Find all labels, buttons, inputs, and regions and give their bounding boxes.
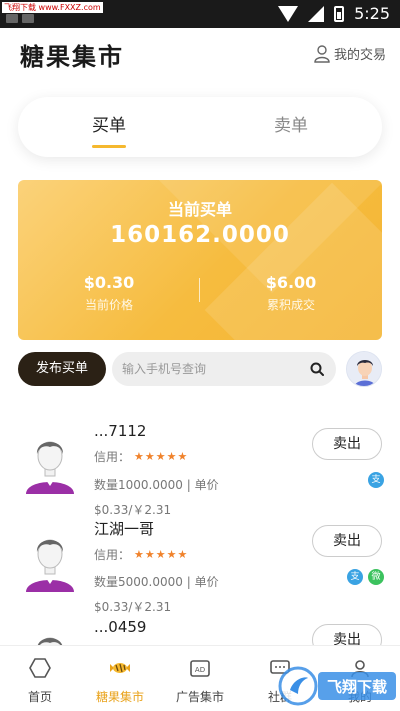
seller-avatar-icon [37, 637, 63, 645]
phone-search-box [112, 352, 336, 386]
page-title: 糖果集市 [20, 43, 124, 71]
watermark-logo: 飞翔下载 [278, 666, 396, 706]
tab-buy-orders[interactable]: 买单 [18, 97, 200, 157]
total-volume-value: $6.00 [265, 273, 317, 292]
home-icon [29, 658, 51, 678]
credit-stars: ★★★★★ [134, 548, 189, 561]
user-avatar[interactable] [346, 351, 382, 387]
nav-ad-market[interactable]: AD 广告集市 [160, 646, 240, 711]
total-volume-stat: $6.00 累积成交 [200, 273, 382, 313]
phone-search-input[interactable] [122, 352, 302, 386]
sell-button[interactable]: 卖出 [312, 525, 382, 557]
tab-sell-orders[interactable]: 卖单 [200, 97, 382, 157]
seller-name: ...7112 [94, 422, 147, 440]
candy-icon [110, 663, 130, 673]
publish-buy-order-button[interactable]: 发布买单 [18, 352, 106, 386]
seller-avatar-icon [26, 539, 74, 592]
order-tabs: 买单 卖单 [18, 97, 382, 157]
nav-candy-market-label: 糖果集市 [95, 690, 144, 704]
payment-methods: 支 微 [347, 569, 384, 585]
nav-ad-market-label: 广告集市 [175, 690, 224, 704]
payment-methods: 支 [368, 472, 384, 488]
wechat-pay-icon: 微 [368, 569, 384, 585]
credit-label: 信用： [94, 450, 131, 464]
quantity-text: 数量5000.0000 | 单价 [94, 575, 219, 589]
my-trade-label: 我的交易 [333, 48, 386, 63]
list-item: ...7112 信用： ★★★★★ 数量1000.0000 | 单价 $0.33… [0, 410, 400, 520]
seller-avatar-icon [26, 441, 74, 494]
credit-label: 信用： [94, 548, 131, 562]
sell-button[interactable]: 卖出 [312, 624, 382, 645]
notification-icons [6, 14, 34, 23]
current-price-value: $0.30 [83, 273, 135, 292]
list-item: ...0459 卖出 [0, 606, 400, 645]
svg-text:AD: AD [195, 666, 205, 674]
current-price-label: 当前价格 [84, 298, 133, 312]
status-bar: 飞翔下载 www.FXXZ.com 5:25 [0, 0, 400, 28]
search-icon[interactable] [310, 362, 324, 376]
clock: 5:25 [354, 4, 390, 23]
user-icon [314, 44, 330, 63]
svg-text:飞翔下载: 飞翔下载 [327, 678, 387, 696]
credit-row: 信用： ★★★★★ [94, 546, 188, 563]
seller-name: ...0459 [94, 618, 147, 636]
my-trade-link[interactable]: 我的交易 [314, 44, 386, 63]
total-volume-label: 累积成交 [266, 298, 315, 312]
credit-row: 信用： ★★★★★ [94, 448, 188, 465]
sell-button[interactable]: 卖出 [312, 428, 382, 460]
nav-home[interactable]: 首页 [0, 646, 80, 711]
ad-icon: AD [190, 660, 210, 677]
quantity-text: 数量1000.0000 | 单价 [94, 478, 219, 492]
status-indicators: 5:25 [278, 4, 390, 23]
signal-icon [308, 5, 325, 22]
wifi-icon [278, 5, 299, 22]
nav-candy-market[interactable]: 糖果集市 [80, 646, 160, 711]
watermark-text: 飞翔下载 www.FXXZ.com [2, 2, 103, 13]
seller-name: 江湖一哥 [94, 520, 155, 538]
alipay-icon: 支 [347, 569, 363, 585]
nav-home-label: 首页 [27, 690, 52, 704]
credit-stars: ★★★★★ [134, 450, 189, 463]
alipay-icon: 支 [368, 472, 384, 488]
summary-banner: 当前买单 160162.0000 $0.30 当前价格 $6.00 累积成交 [18, 180, 382, 340]
banner-amount: 160162.0000 [110, 222, 290, 248]
banner-title: 当前买单 [167, 200, 232, 219]
avatar-portrait-icon [347, 352, 381, 386]
list-item: 江湖一哥 信用： ★★★★★ 数量5000.0000 | 单价 $0.33/￥2… [0, 508, 400, 618]
current-price-stat: $0.30 当前价格 [18, 273, 200, 313]
battery-icon [334, 5, 345, 22]
